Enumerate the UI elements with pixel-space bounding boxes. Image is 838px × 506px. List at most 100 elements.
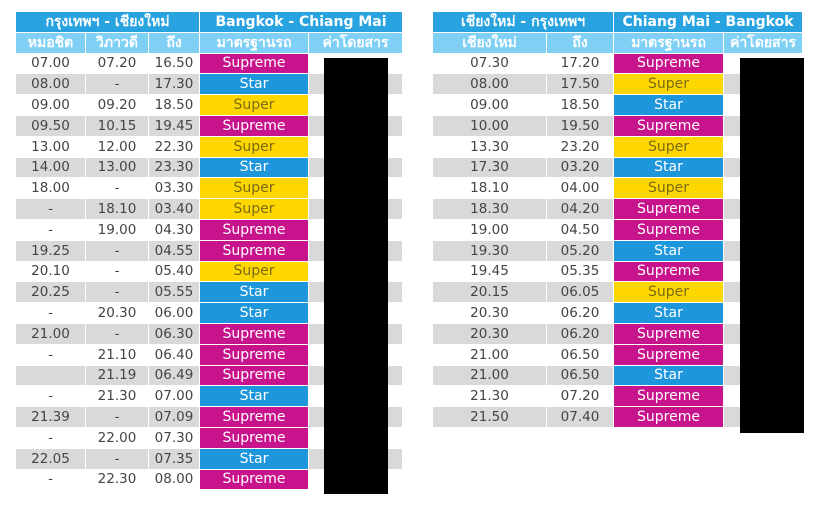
time-cell: 18.30 xyxy=(433,199,547,220)
time-cell: 04.30 xyxy=(149,219,200,241)
header-chiangmai: เชียงใหม่ xyxy=(433,32,547,54)
column-header-row: เชียงใหม่ ถึง มาตรฐานรถ ค่าโดยสาร xyxy=(433,32,803,54)
header-bus-class: มาตรฐานรถ xyxy=(200,32,309,54)
bus-class-badge: Supreme xyxy=(200,469,309,491)
title-english: Chiang Mai - Bangkok xyxy=(614,12,803,33)
time-cell: - xyxy=(16,199,86,220)
bus-class-badge: Supreme xyxy=(614,386,724,408)
time-cell: - xyxy=(86,448,149,470)
bus-class-badge: Super xyxy=(614,178,724,200)
bus-class-badge: Star xyxy=(200,448,309,470)
time-cell: - xyxy=(16,303,86,324)
time-cell: 20.30 xyxy=(433,303,547,324)
time-cell: 22.00 xyxy=(86,427,149,449)
time-cell: 04.50 xyxy=(547,219,614,241)
bus-class-badge: Star xyxy=(200,303,309,324)
time-cell: 18.00 xyxy=(16,178,86,200)
time-cell: - xyxy=(86,407,149,428)
time-cell: 09.00 xyxy=(433,95,547,116)
time-cell: 21.39 xyxy=(16,407,86,428)
time-cell: 16.50 xyxy=(149,53,200,75)
time-cell: 21.30 xyxy=(433,386,547,408)
bus-class-badge: Supreme xyxy=(200,427,309,449)
time-cell: 22.05 xyxy=(16,448,86,470)
bus-class-badge: Star xyxy=(614,365,724,387)
title-english: Bangkok - Chiang Mai xyxy=(200,12,403,33)
time-cell: 06.49 xyxy=(149,365,200,387)
time-cell: 21.00 xyxy=(16,323,86,345)
bus-class-badge: Super xyxy=(200,261,309,283)
time-cell: 09.50 xyxy=(16,115,86,137)
time-cell: 18.10 xyxy=(86,199,149,220)
time-cell: 09.00 xyxy=(16,95,86,116)
time-cell: - xyxy=(16,427,86,449)
time-cell: 07.40 xyxy=(547,407,614,428)
header-mochit: หมอชิต xyxy=(16,32,86,54)
time-cell xyxy=(16,365,86,387)
time-cell: 03.20 xyxy=(547,157,614,179)
time-cell: - xyxy=(86,282,149,304)
bus-class-badge: Supreme xyxy=(200,53,309,75)
time-cell: 19.00 xyxy=(86,219,149,241)
bus-class-badge: Star xyxy=(614,303,724,324)
header-arrive: ถึง xyxy=(547,32,614,54)
time-cell: 21.30 xyxy=(86,386,149,408)
time-cell: 06.50 xyxy=(547,365,614,387)
time-cell: 03.30 xyxy=(149,178,200,200)
bus-class-badge: Super xyxy=(614,74,724,96)
header-fare: ค่าโดยสาร xyxy=(309,32,403,54)
bus-class-badge: Supreme xyxy=(200,407,309,428)
time-cell: 17.30 xyxy=(433,157,547,179)
time-cell: 08.00 xyxy=(16,74,86,96)
bus-class-badge: Super xyxy=(200,95,309,116)
time-cell: 22.30 xyxy=(86,469,149,491)
bus-class-badge: Supreme xyxy=(200,365,309,387)
time-cell: - xyxy=(86,261,149,283)
time-cell: 09.20 xyxy=(86,95,149,116)
time-cell: 05.40 xyxy=(149,261,200,283)
time-cell: 08.00 xyxy=(433,74,547,96)
time-cell: 06.00 xyxy=(149,303,200,324)
time-cell: 18.50 xyxy=(149,95,200,116)
time-cell: 21.00 xyxy=(433,344,547,366)
bus-class-badge: Supreme xyxy=(614,407,724,428)
time-cell: 04.00 xyxy=(547,178,614,200)
bus-class-badge: Star xyxy=(614,95,724,116)
time-cell: 20.25 xyxy=(16,282,86,304)
time-cell: - xyxy=(86,178,149,200)
bus-class-badge: Supreme xyxy=(200,240,309,262)
time-cell: 07.20 xyxy=(86,53,149,75)
time-cell: 20.15 xyxy=(433,282,547,304)
time-cell: 17.30 xyxy=(149,74,200,96)
bus-class-badge: Super xyxy=(200,199,309,220)
column-header-row: หมอชิต วิภาวดี ถึง มาตรฐานรถ ค่าโดยสาร xyxy=(16,32,403,54)
bus-class-badge: Super xyxy=(200,178,309,200)
time-cell: 13.00 xyxy=(16,136,86,158)
time-cell: 07.30 xyxy=(149,427,200,449)
time-cell: 20.10 xyxy=(16,261,86,283)
time-cell: 19.25 xyxy=(16,240,86,262)
time-cell: 21.50 xyxy=(433,407,547,428)
bus-class-badge: Star xyxy=(200,282,309,304)
time-cell: 10.00 xyxy=(433,115,547,137)
time-cell: 04.55 xyxy=(149,240,200,262)
header-vibhavadi: วิภาวดี xyxy=(86,32,149,54)
bus-class-badge: Supreme xyxy=(200,344,309,366)
time-cell: - xyxy=(86,323,149,345)
time-cell: 07.30 xyxy=(433,53,547,75)
bus-class-badge: Star xyxy=(200,386,309,408)
time-cell: 18.50 xyxy=(547,95,614,116)
time-cell: 05.20 xyxy=(547,240,614,262)
time-cell: 07.20 xyxy=(547,386,614,408)
time-cell: 10.15 xyxy=(86,115,149,137)
time-cell: 22.30 xyxy=(149,136,200,158)
time-cell: 23.30 xyxy=(149,157,200,179)
time-cell: 19.30 xyxy=(433,240,547,262)
bus-class-badge: Star xyxy=(614,157,724,179)
time-cell: 23.20 xyxy=(547,136,614,158)
fare-redaction-bar xyxy=(324,58,388,494)
bus-class-badge: Star xyxy=(200,157,309,179)
header-fare: ค่าโดยสาร xyxy=(724,32,803,54)
bus-class-badge: Supreme xyxy=(200,323,309,345)
time-cell: 19.45 xyxy=(433,261,547,283)
